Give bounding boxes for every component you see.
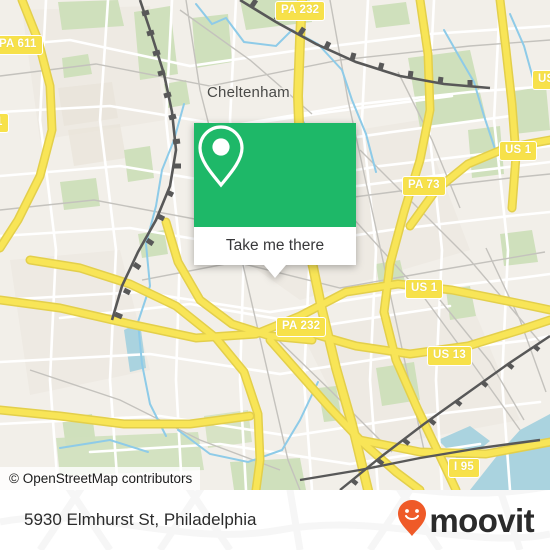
take-me-there-button[interactable]: Take me there — [194, 227, 356, 265]
place-label-cheltenham: Cheltenham — [207, 84, 290, 101]
shield-pa-232-south[interactable]: PA 232 — [276, 317, 327, 337]
shield-pa-73[interactable]: PA 73 — [402, 176, 446, 196]
osm-attribution[interactable]: © OpenStreetMap contributors — [0, 467, 201, 490]
popup-pointer — [264, 265, 286, 278]
map-canvas[interactable]: Cheltenham PA 232 PA 611 US 1 1 US 1 PA … — [0, 0, 550, 490]
take-me-there-label: Take me there — [225, 237, 325, 254]
shield-us-1-edge[interactable]: US 1 — [532, 70, 550, 90]
map-marker-popup[interactable]: Take me there — [194, 123, 356, 278]
shield-us-1-right[interactable]: US 1 — [499, 141, 538, 161]
shield-pa-232-north[interactable]: PA 232 — [275, 1, 326, 21]
moovit-pin-smile-icon — [397, 499, 427, 542]
map-screenshot: Cheltenham PA 232 PA 611 US 1 1 US 1 PA … — [0, 0, 550, 550]
shield-us-1-center[interactable]: US 1 — [405, 279, 444, 299]
footer-bar: 5930 Elmhurst St, Philadelphia moovit — [0, 490, 550, 550]
address-label: 5930 Elmhurst St, Philadelphia — [24, 510, 257, 529]
moovit-logo[interactable]: moovit — [397, 490, 535, 550]
shield-us-13[interactable]: US 13 — [427, 346, 472, 366]
moovit-wordmark: moovit — [429, 501, 534, 539]
shield-pa-611[interactable]: PA 611 — [0, 35, 43, 55]
popup-header — [194, 123, 356, 227]
shield-edge-left[interactable]: 1 — [0, 113, 9, 133]
shield-i-95[interactable]: I 95 — [448, 458, 480, 478]
